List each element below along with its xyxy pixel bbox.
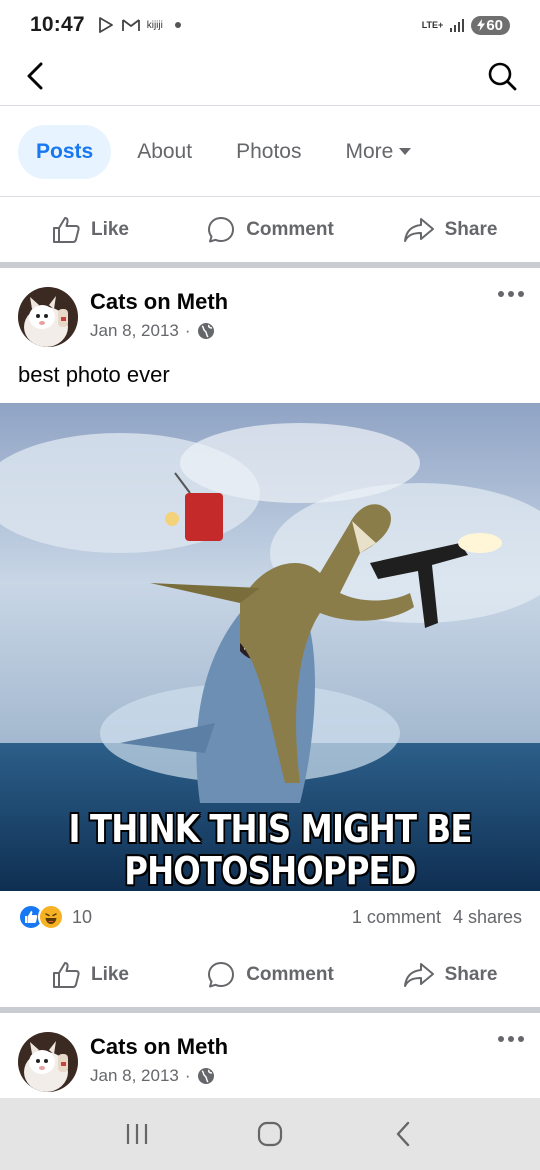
post-author[interactable]: Cats on Meth — [90, 289, 228, 315]
share-label: Share — [444, 964, 498, 985]
meta-separator: · — [184, 1066, 191, 1085]
share-arrow-icon — [403, 963, 434, 987]
share-label: Share — [444, 219, 498, 240]
more-dots-icon[interactable] — [498, 1036, 524, 1042]
post-meta: Jan 8, 2013 · — [90, 321, 215, 341]
comment-bubble-icon — [208, 217, 235, 243]
avatar[interactable] — [18, 1032, 78, 1092]
like-button[interactable]: Like — [0, 960, 180, 990]
tab-more-label: More — [345, 139, 394, 163]
share-button[interactable]: Share — [360, 216, 540, 244]
post-image[interactable]: I THINK THIS MIGHT BE PHOTOSHOPPED — [0, 403, 540, 891]
kijiji-icon: kijiji — [146, 19, 163, 31]
system-back-button[interactable] — [373, 1109, 433, 1159]
more-notifications-dot — [174, 22, 181, 28]
like-label: Like — [90, 964, 130, 985]
search-icon — [488, 62, 517, 91]
tab-posts[interactable]: Posts — [18, 124, 112, 179]
share-button[interactable]: Share — [360, 961, 540, 989]
tab-more[interactable]: More — [327, 125, 429, 179]
charging-icon — [477, 19, 486, 31]
like-label: Like — [90, 219, 130, 240]
back-arrow-icon — [27, 62, 43, 90]
status-right-icons: LTE+ 60 — [421, 15, 510, 35]
post-meta: Jan 8, 2013 · — [90, 1066, 215, 1086]
post-date[interactable]: Jan 8, 2013 — [90, 321, 179, 341]
cat-avatar-image — [18, 287, 78, 347]
share-count[interactable]: 4 shares — [453, 907, 522, 928]
post-actions-top: Like Comment Share — [0, 198, 540, 262]
status-time: 10:47 — [30, 13, 85, 36]
haha-reaction-icon — [38, 904, 64, 930]
tab-photos[interactable]: Photos — [218, 125, 319, 179]
profile-tabs: Posts About Photos More — [0, 107, 540, 197]
reaction-count[interactable]: 10 — [72, 907, 92, 928]
back-chevron-icon — [397, 1121, 410, 1147]
gmail-icon — [121, 19, 140, 31]
engagement-counts: 1 comment 4 shares — [352, 907, 522, 928]
like-button[interactable]: Like — [0, 215, 180, 245]
post-separator — [0, 1007, 540, 1013]
comment-label: Comment — [246, 219, 334, 240]
like-thumb-icon — [52, 962, 80, 988]
post-header: Cats on Meth Jan 8, 2013 · — [0, 287, 540, 357]
search-button[interactable] — [484, 58, 520, 94]
tab-about[interactable]: About — [119, 125, 210, 179]
home-button[interactable] — [240, 1109, 300, 1159]
system-nav-bar — [0, 1098, 540, 1170]
tab-photos-label: Photos — [236, 139, 302, 163]
more-dots-icon[interactable] — [498, 291, 524, 297]
post-date[interactable]: Jan 8, 2013 — [90, 1066, 179, 1086]
comment-bubble-icon — [208, 962, 235, 988]
meme-caption-line-1: I THINK THIS MIGHT BE — [68, 807, 472, 851]
meta-separator: · — [184, 321, 191, 340]
cat-avatar-image — [18, 1032, 78, 1092]
like-thumb-icon — [52, 217, 80, 243]
comment-label: Comment — [246, 964, 334, 985]
battery-level: 60 — [486, 16, 503, 34]
share-arrow-icon — [403, 218, 434, 242]
network-type-label: LTE+ — [421, 19, 444, 30]
post-header: Cats on Meth Jan 8, 2013 · — [0, 1032, 540, 1102]
home-icon — [257, 1121, 283, 1147]
globe-icon — [197, 1068, 214, 1084]
top-nav-bar — [0, 50, 540, 106]
tab-about-label: About — [137, 139, 193, 163]
post-actions: Like Comment Share — [0, 943, 540, 1007]
caret-down-icon — [399, 148, 412, 155]
back-button[interactable] — [18, 58, 54, 94]
reactions-summary: 10 1 comment 4 shares — [0, 900, 540, 934]
globe-icon — [197, 323, 214, 339]
play-store-icon — [98, 17, 113, 33]
comment-button[interactable]: Comment — [180, 215, 360, 245]
recent-apps-icon — [126, 1124, 147, 1144]
post-separator — [0, 262, 540, 268]
avatar[interactable] — [18, 287, 78, 347]
comment-count[interactable]: 1 comment — [352, 907, 441, 928]
signal-icon — [450, 19, 465, 32]
post-text: best photo ever — [18, 362, 170, 387]
battery-indicator: 60 — [471, 15, 510, 35]
status-bar: 10:47 kijiji LTE+ 60 — [0, 0, 540, 50]
reaction-icons[interactable] — [18, 904, 64, 930]
comment-button[interactable]: Comment — [180, 960, 360, 990]
tab-posts-label: Posts — [36, 139, 94, 163]
recent-apps-button[interactable] — [107, 1109, 167, 1159]
post-author[interactable]: Cats on Meth — [90, 1034, 228, 1060]
meme-caption-line-2: PHOTOSHOPPED — [124, 849, 416, 891]
status-notification-icons: kijiji — [97, 16, 181, 34]
